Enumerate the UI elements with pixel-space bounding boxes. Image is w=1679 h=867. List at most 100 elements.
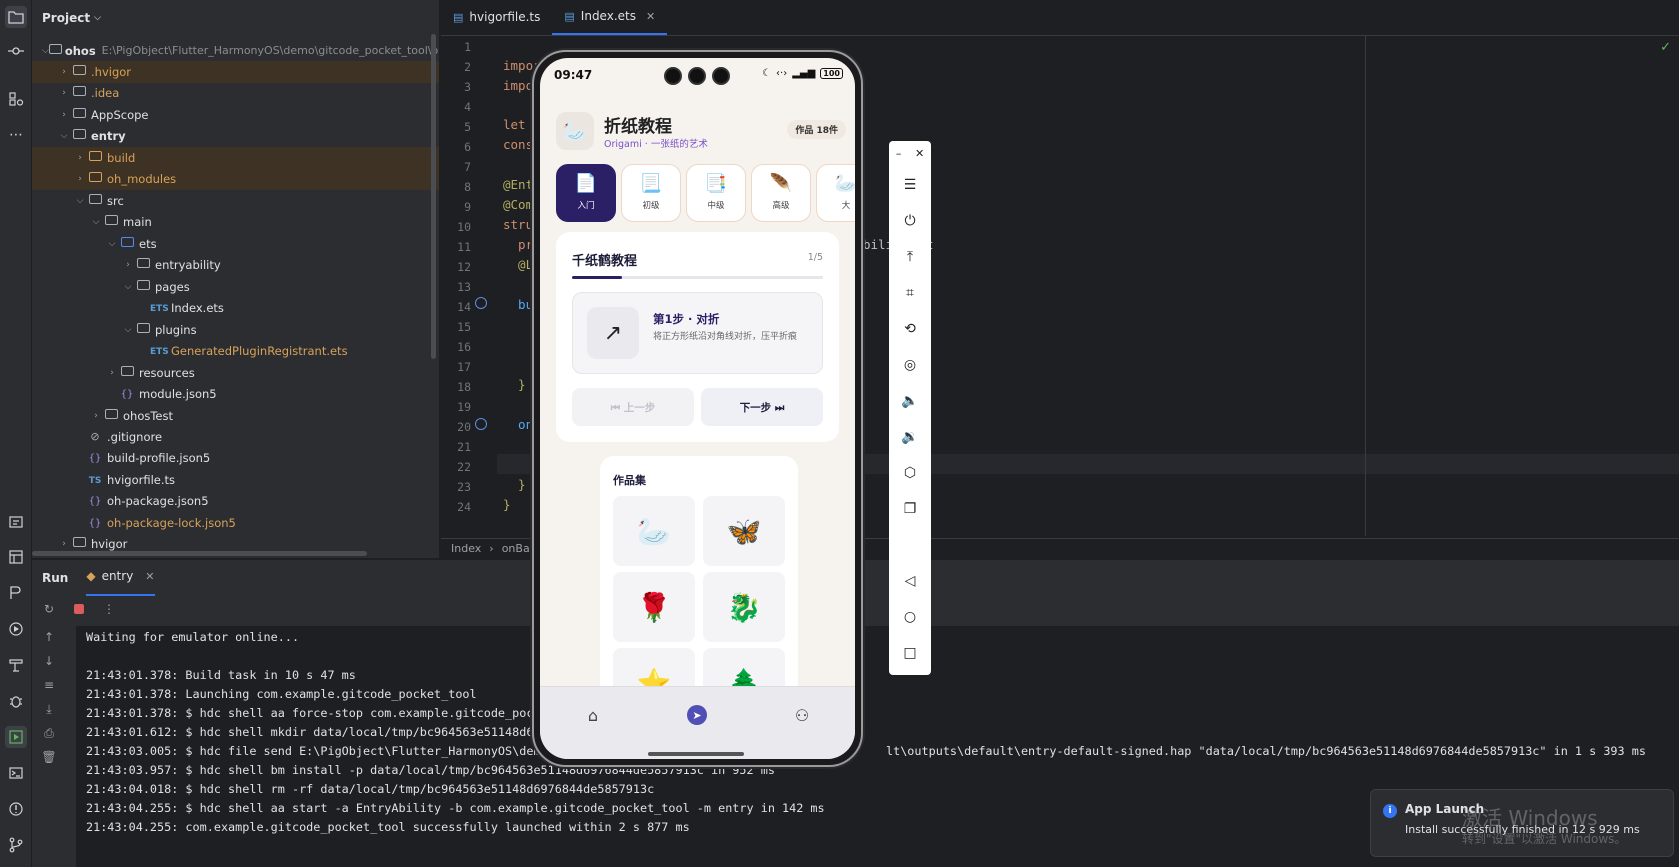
scroll-up-icon[interactable]: ↑ <box>42 630 56 644</box>
tree-item-src[interactable]: ⌵ src <box>32 190 439 212</box>
level-tab-intermediate[interactable]: 📑 中级 <box>686 164 746 222</box>
project-header[interactable]: Project ⌵ <box>32 0 439 36</box>
tree-item-gitignore[interactable]: ⊘ .gitignore <box>32 426 439 448</box>
tree-item-pages[interactable]: ⌵ pages <box>32 276 439 298</box>
line-number: 5 <box>464 120 471 134</box>
close-icon[interactable]: ✕ <box>915 147 924 160</box>
close-icon[interactable]: ✕ <box>145 570 154 583</box>
tree-item-generated-plugin-registrant[interactable]: ETS GeneratedPluginRegistrant.ets <box>32 340 439 362</box>
profiler-icon[interactable] <box>5 582 27 604</box>
menu-icon[interactable]: ☰ <box>900 175 920 195</box>
volume-down-icon[interactable]: 🔉 <box>900 427 920 447</box>
scroll-to-end-icon[interactable]: ⤓ <box>42 702 56 716</box>
structure-icon[interactable] <box>5 88 27 110</box>
build-icon[interactable] <box>5 654 27 676</box>
inspection-ok-icon[interactable]: ✓ <box>1660 40 1671 55</box>
problems-icon[interactable] <box>5 798 27 820</box>
next-step-button[interactable]: 下一步 ⏭ <box>701 388 823 426</box>
tab-hvigorfile[interactable]: ▤ hvigorfile.ts <box>441 0 552 35</box>
notifications-icon[interactable] <box>5 511 27 533</box>
source-folder-icon <box>118 237 136 250</box>
run-icon[interactable] <box>5 726 27 748</box>
scroll-down-icon[interactable]: ↓ <box>42 654 56 668</box>
gallery-item-rose[interactable]: 🌹 <box>613 572 695 642</box>
tree-item-label: GeneratedPluginRegistrant.ets <box>171 343 348 358</box>
layout-icon[interactable] <box>5 546 27 568</box>
debug-icon[interactable] <box>5 690 27 712</box>
back-icon[interactable]: ◁ <box>900 571 920 591</box>
vertical-scrollbar[interactable] <box>431 34 436 359</box>
close-icon[interactable]: ✕ <box>646 10 655 23</box>
rotate-icon[interactable]: ⟲ <box>900 319 920 339</box>
tree-item-entryability[interactable]: › entryability <box>32 254 439 276</box>
home-indicator[interactable] <box>648 752 744 756</box>
tree-item-oh-package[interactable]: {} oh-package.json5 <box>32 490 439 512</box>
horizontal-scrollbar[interactable] <box>32 551 367 556</box>
ignore-file-icon: ⊘ <box>90 430 100 444</box>
level-tab-advanced[interactable]: 🪶 高级 <box>751 164 811 222</box>
run-tab-entry[interactable]: ◆ entry ✕ <box>86 560 155 596</box>
more-icon[interactable]: ⋯ <box>5 124 27 146</box>
tree-item-appscope[interactable]: › AppScope <box>32 104 439 126</box>
fold-icon[interactable]: ⬡ <box>900 463 920 483</box>
feather-icon: 🪶 <box>769 173 793 194</box>
home-circle-icon[interactable]: ○ <box>900 607 920 627</box>
works-badge[interactable]: 作品 18件 <box>787 120 846 139</box>
breadcrumb-item[interactable]: Index <box>451 542 481 555</box>
services-icon[interactable] <box>5 618 27 640</box>
tree-item-plugins[interactable]: ⌵ plugins <box>32 319 439 341</box>
override-gutter-icon[interactable] <box>475 297 487 309</box>
crop-icon[interactable]: ⌗ <box>900 283 920 303</box>
tree-item-idea[interactable]: › .idea <box>32 82 439 104</box>
level-tab-master[interactable]: 🦢 大 <box>816 164 855 222</box>
project-folder-icon[interactable] <box>5 6 27 28</box>
trash-icon[interactable]: 🗑 <box>41 750 56 764</box>
breadcrumb-item[interactable]: onBac <box>502 542 536 555</box>
stop-icon[interactable] <box>72 602 86 616</box>
tree-item-entry[interactable]: ⌵ entry <box>32 125 439 147</box>
gallery-item-swan[interactable]: 🦢 <box>613 496 695 566</box>
level-tab-beginner[interactable]: 📄 入门 <box>556 164 616 222</box>
tree-item-ets[interactable]: ⌵ ets <box>32 233 439 255</box>
print-icon[interactable]: ⎙ <box>42 726 56 740</box>
override-gutter-icon[interactable] <box>475 418 487 430</box>
tree-item-ohostest[interactable]: › ohosTest <box>32 405 439 427</box>
screens-icon[interactable]: ❐ <box>900 499 920 519</box>
tree-item-build[interactable]: › build <box>32 147 439 169</box>
tree-item-build-profile[interactable]: {} build-profile.json5 <box>32 447 439 469</box>
tree-item-index-ets[interactable]: ETS Index.ets <box>32 297 439 319</box>
tree-item-main[interactable]: ⌵ main <box>32 211 439 233</box>
tree-item-module-json5[interactable]: {} module.json5 <box>32 383 439 405</box>
profile-icon[interactable]: ⚇ <box>790 703 814 727</box>
tree-item-hvigorfile[interactable]: TS hvigorfile.ts <box>32 469 439 491</box>
upload-icon[interactable]: ⤒ <box>900 247 920 267</box>
tree-item-label: module.json5 <box>139 386 217 401</box>
tree-item-oh-modules[interactable]: › oh_modules <box>32 168 439 190</box>
chevron-down-icon: ⌵ <box>108 238 116 249</box>
minimize-icon[interactable]: – <box>896 147 902 160</box>
home-icon[interactable]: ⌂ <box>581 703 605 727</box>
prev-step-button[interactable]: ⏮ 上一步 <box>572 388 694 426</box>
tree-item-resources[interactable]: › resources <box>32 362 439 384</box>
tree-item-hvigor-dir[interactable]: › .hvigor <box>32 61 439 83</box>
more-options-icon[interactable]: ⋮ <box>102 602 116 616</box>
compass-icon[interactable]: ➤ <box>687 705 707 725</box>
commit-icon[interactable] <box>5 40 27 62</box>
terminal-icon[interactable] <box>5 762 27 784</box>
gallery-item-dragon[interactable]: 🐉 <box>703 572 785 642</box>
level-tab-elementary[interactable]: 📃 初级 <box>621 164 681 222</box>
gallery-item-butterfly[interactable]: 🦋 <box>703 496 785 566</box>
soft-wrap-icon[interactable]: ≡ <box>42 678 56 692</box>
git-icon[interactable] <box>5 834 27 856</box>
run-title: Run <box>42 571 69 585</box>
recents-icon[interactable]: □ <box>900 643 920 663</box>
emulator-screen[interactable]: 09:47 ☾ ‹·› ▂▄▆ 100 🦢 折纸教程 Origami · 一张纸… <box>540 58 855 759</box>
record-icon[interactable]: ◎ <box>900 355 920 375</box>
tree-item-oh-package-lock[interactable]: {} oh-package-lock.json5 <box>32 512 439 534</box>
volume-up-icon[interactable]: 🔈 <box>900 391 920 411</box>
tree-item-ohos[interactable]: ⌵ ohos E:\PigObject\Flutter_HarmonyOS\de… <box>32 40 439 62</box>
power-icon[interactable]: ⏻ <box>900 211 920 231</box>
folder-icon <box>102 215 120 228</box>
rerun-icon[interactable]: ↻ <box>42 602 56 616</box>
tab-index-ets[interactable]: ▤ Index.ets ✕ <box>552 0 668 35</box>
